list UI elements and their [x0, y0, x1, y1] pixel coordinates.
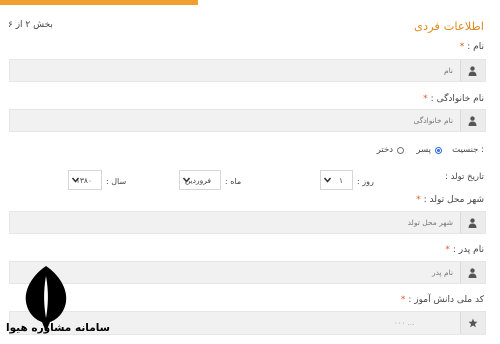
required-mark: * — [400, 295, 406, 305]
first-name-placeholder: نام — [443, 66, 453, 75]
user-icon — [460, 110, 485, 131]
chevron-down-icon — [72, 177, 79, 183]
day-select[interactable]: ۱ — [320, 170, 353, 190]
year-label: سال : — [106, 177, 127, 186]
birth-city-field[interactable]: شهر محل تولد — [9, 211, 486, 234]
user-icon — [460, 60, 485, 81]
chevron-down-icon — [183, 177, 190, 183]
gender-radio-female[interactable] — [397, 147, 404, 154]
first-name-label: نام :* — [459, 42, 484, 52]
star-icon — [460, 312, 485, 334]
watermark-text: سامانه مشاوره هیوا — [6, 322, 110, 334]
last-name-label: نام خانوادگی :* — [423, 94, 484, 104]
national-code-value: ۰۰۰ ... — [394, 319, 415, 327]
birth-city-label: شهر محل تولد :* — [416, 195, 484, 205]
day-label: روز : — [357, 177, 374, 186]
gender-option-female[interactable]: دختر — [377, 145, 393, 155]
month-select[interactable]: فروردین — [179, 170, 221, 190]
required-mark: * — [416, 195, 421, 205]
step-indicator: بخش ۲ از ۶ — [8, 20, 53, 30]
first-name-field[interactable]: نام — [9, 59, 486, 82]
year-select[interactable]: ۱۳۸۰ — [68, 170, 102, 190]
required-mark: * — [459, 42, 465, 52]
required-mark: * — [445, 245, 450, 255]
progress-bar — [0, 0, 198, 5]
month-label: ماه : — [225, 177, 242, 186]
gender-radio-male[interactable] — [435, 147, 442, 154]
national-code-label: کد ملی دانش آموز :* — [400, 295, 484, 305]
birth-date-label: تاریخ تولد : — [445, 172, 484, 182]
last-name-placeholder: نام خانوادگی — [413, 116, 453, 125]
user-icon — [460, 262, 485, 283]
section-title: اطلاعات فردی — [413, 19, 484, 33]
birth-city-placeholder: شهر محل تولد — [407, 218, 453, 227]
user-icon — [460, 212, 485, 233]
gender-option-male[interactable]: پسر — [416, 145, 431, 155]
father-name-placeholder: نام پدر — [431, 268, 453, 277]
required-mark: * — [423, 94, 428, 104]
last-name-field[interactable]: نام خانوادگی — [9, 109, 486, 132]
gender-group: جنسیت : پسر دختر — [300, 145, 484, 159]
father-name-label: نام پدر :* — [445, 245, 484, 255]
chevron-down-icon — [324, 177, 331, 183]
gender-label: جنسیت : — [452, 145, 484, 155]
